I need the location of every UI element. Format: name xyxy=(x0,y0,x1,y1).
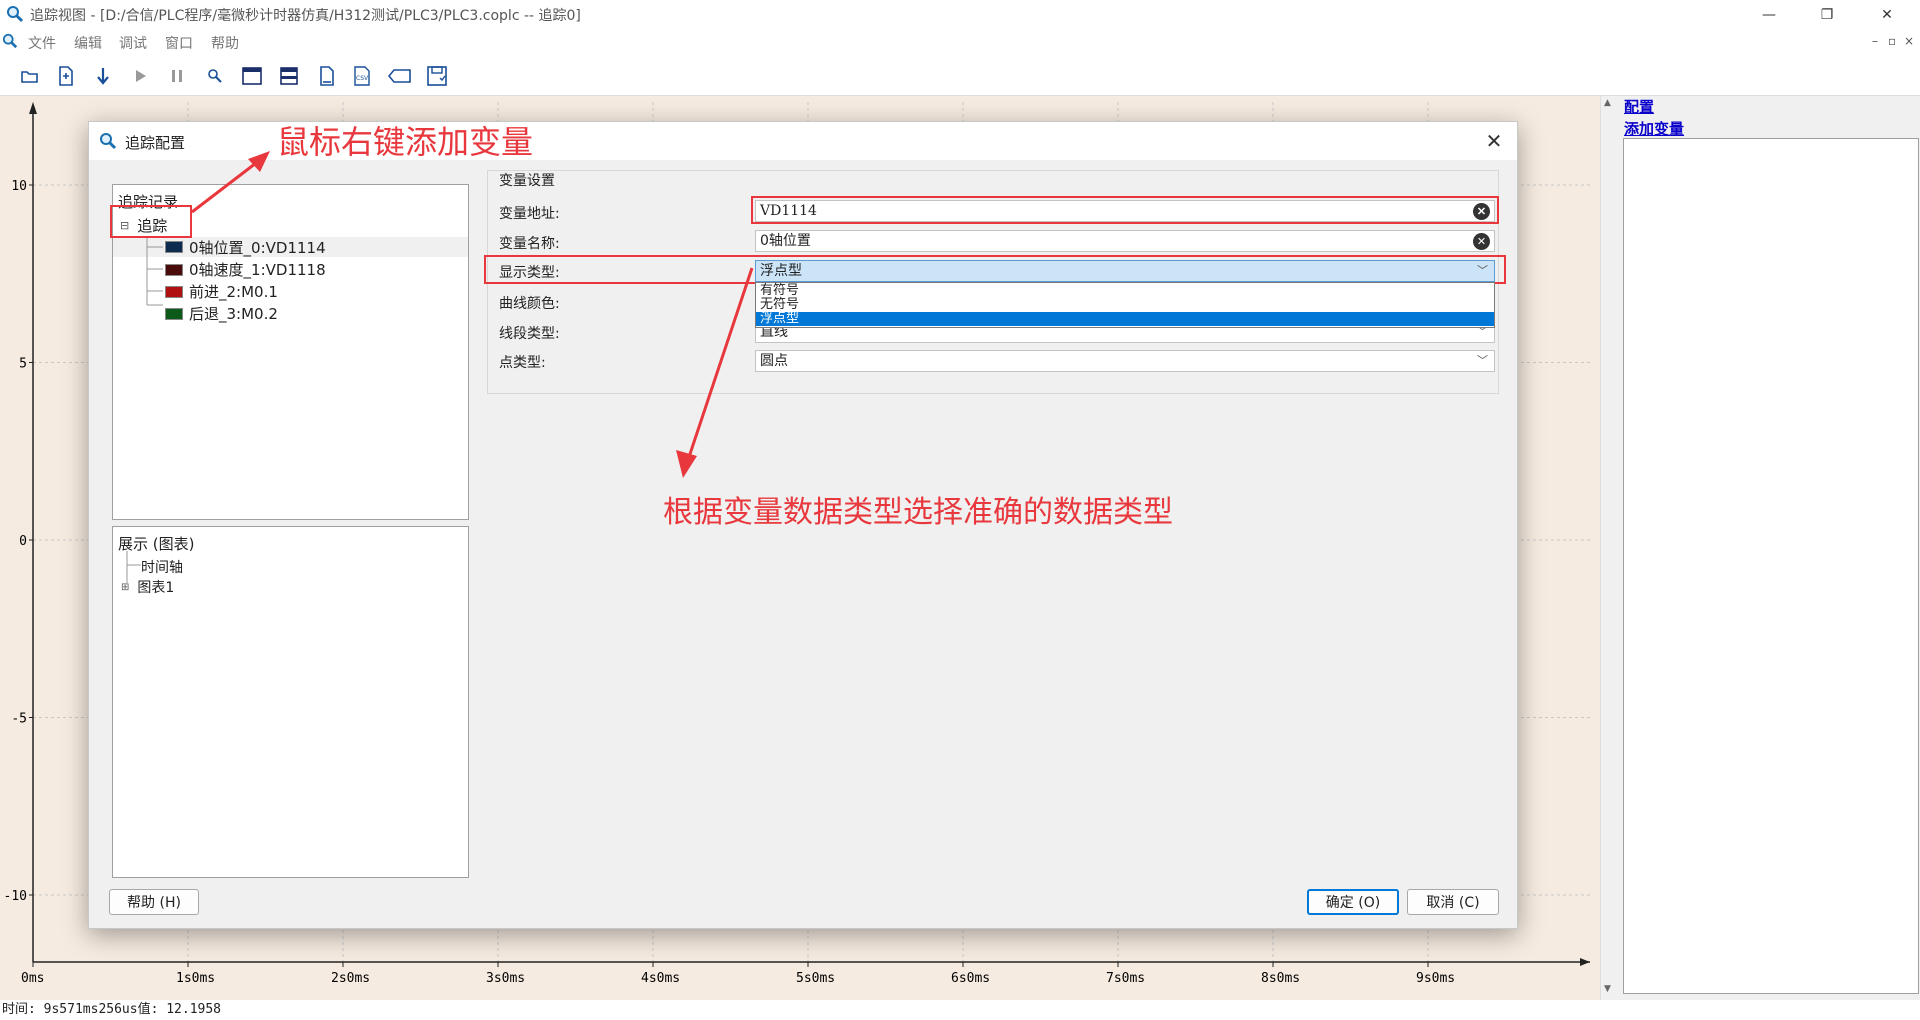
point-type-value: 圆点 xyxy=(760,353,788,369)
x-tick-label: 6s0ms xyxy=(951,971,990,986)
x-tick-label: 9s0ms xyxy=(1416,971,1455,986)
app-menu-icon[interactable] xyxy=(2,33,18,53)
tag-icon[interactable] xyxy=(387,63,413,89)
trace-item-label: 后退_3:M0.2 xyxy=(189,305,278,323)
document-icon[interactable] xyxy=(314,63,340,89)
type-option-unsigned[interactable]: 无符号 xyxy=(756,298,1494,312)
scroll-down-icon[interactable]: ▼ xyxy=(1604,984,1611,994)
ok-button[interactable]: 确定 (O) xyxy=(1307,889,1399,915)
type-option-signed[interactable]: 有符号 xyxy=(756,284,1494,298)
dialog-close-button[interactable]: ✕ xyxy=(1479,128,1509,154)
window-title: 追踪视图 - [D:/合信/PLC程序/毫微秒计时器仿真/H312测试/PLC3… xyxy=(30,8,581,24)
maximize-button[interactable]: ❐ xyxy=(1804,0,1850,29)
trace-item[interactable]: 后退_3:M0.2 xyxy=(165,303,278,324)
type-dropdown-list: 有符号 无符号 浮点型 xyxy=(755,282,1495,328)
title-bar: 追踪视图 - [D:/合信/PLC程序/毫微秒计时器仿真/H312测试/PLC3… xyxy=(0,0,1920,29)
search-app-icon xyxy=(6,5,24,27)
expand-icon[interactable]: ⊞ xyxy=(121,582,129,593)
address-label: 变量地址: xyxy=(499,206,560,222)
x-tick-label: 7s0ms xyxy=(1106,971,1145,986)
dialog-search-icon xyxy=(99,132,117,154)
mdi-restore-button[interactable]: ▫ xyxy=(1888,34,1896,48)
save-icon[interactable] xyxy=(424,63,450,89)
toolbar: CSV xyxy=(0,56,1920,96)
name-value: 0轴位置 xyxy=(760,233,811,249)
type-highlight-box xyxy=(484,255,1506,284)
add-variable-link[interactable]: 添加变量 xyxy=(1624,118,1920,140)
x-tick-label: 4s0ms xyxy=(641,971,680,986)
point-type-label: 点类型: xyxy=(499,355,546,371)
window-icon[interactable] xyxy=(239,63,265,89)
color-label: 曲线颜色: xyxy=(499,296,560,312)
line-type-label: 线段类型: xyxy=(499,326,560,342)
y-tick-label: 5 xyxy=(19,357,27,372)
mdi-close-button[interactable]: × xyxy=(1904,34,1914,48)
status-bar: 时间: 9s571ms256us值: 12.1958 xyxy=(0,1000,1920,1020)
download-icon[interactable] xyxy=(90,63,116,89)
menu-edit[interactable]: 编辑 xyxy=(74,33,102,53)
close-window-button[interactable]: ✕ xyxy=(1864,0,1910,29)
tree-lines xyxy=(146,237,163,306)
y-tick-label: 10 xyxy=(11,179,27,194)
x-tick-label: 5s0ms xyxy=(796,971,835,986)
root-highlight-box xyxy=(110,205,192,238)
y-tick-label: -10 xyxy=(4,889,27,904)
new-icon[interactable] xyxy=(53,63,79,89)
y-tick-label: 0 xyxy=(19,534,27,549)
vertical-scrollbar[interactable]: ▲ ▼ xyxy=(1600,96,1616,1000)
x-tick-label: 8s0ms xyxy=(1261,971,1300,986)
chart1-item[interactable]: ⊞ 图表1 xyxy=(121,577,174,597)
color-swatch xyxy=(165,307,183,320)
chart1-label: 图表1 xyxy=(137,580,175,596)
minimize-button[interactable]: — xyxy=(1746,0,1792,29)
menu-bar: 文件 编辑 调试 窗口 帮助 – ▫ × xyxy=(0,29,1920,56)
chevron-down-icon[interactable]: ﹀ xyxy=(1477,351,1488,371)
y-tick-label: -5 xyxy=(11,712,27,727)
name-label: 变量名称: xyxy=(499,236,560,252)
menu-window[interactable]: 窗口 xyxy=(165,33,193,53)
display-panel: 展示 (图表) 时间轴 ⊞ 图表1 xyxy=(112,526,469,878)
csv-icon[interactable]: CSV xyxy=(350,63,376,89)
color-swatch xyxy=(165,263,183,276)
color-swatch xyxy=(165,285,183,298)
cancel-button[interactable]: 取消 (C) xyxy=(1407,889,1499,915)
right-panel: 配置 添加变量 xyxy=(1616,96,1920,1000)
address-highlight-box xyxy=(751,196,1499,224)
menu-help[interactable]: 帮助 xyxy=(211,33,239,53)
point-type-select[interactable]: 圆点 ﹀ xyxy=(755,350,1495,372)
play-icon[interactable] xyxy=(128,63,154,89)
timeline-item[interactable]: 时间轴 xyxy=(141,557,183,577)
color-swatch xyxy=(165,241,183,253)
trace-item-label: 0轴速度_1:VD1118 xyxy=(189,261,326,279)
trace-item-label: 前进_2:M0.1 xyxy=(189,283,278,301)
mdi-minimize-button[interactable]: – xyxy=(1872,34,1878,48)
x-axis-arrow xyxy=(1580,958,1590,966)
pause-icon[interactable] xyxy=(164,63,190,89)
annotation-right-click: 鼠标右键添加变量 xyxy=(277,123,534,161)
help-button[interactable]: 帮助 (H) xyxy=(109,889,199,915)
annotation-select-type: 根据变量数据类型选择准确的数据类型 xyxy=(663,495,1173,530)
name-field[interactable]: 0轴位置 ✕ xyxy=(755,230,1495,252)
scroll-up-icon[interactable]: ▲ xyxy=(1604,98,1611,108)
config-link[interactable]: 配置 xyxy=(1624,96,1920,118)
svg-text:CSV: CSV xyxy=(356,75,369,82)
menu-debug[interactable]: 调试 xyxy=(119,33,147,53)
monitor-icon[interactable] xyxy=(202,63,228,89)
menu-file[interactable]: 文件 xyxy=(28,33,56,53)
x-tick-label: 1s0ms xyxy=(176,971,215,986)
clear-icon[interactable]: ✕ xyxy=(1473,233,1490,250)
trace-item-label: 0轴位置_0:VD1114 xyxy=(189,238,326,257)
settings-group-title: 变量设置 xyxy=(499,173,555,189)
y-axis-arrow xyxy=(29,102,37,114)
dialog-title: 追踪配置 xyxy=(125,134,186,152)
x-tick-label: 3s0ms xyxy=(486,971,525,986)
x-tick-label: 0ms xyxy=(21,971,44,986)
trace-item[interactable]: 前进_2:M0.1 xyxy=(165,281,278,302)
split-icon[interactable] xyxy=(276,63,302,89)
trace-item[interactable]: 0轴速度_1:VD1118 xyxy=(165,259,326,280)
right-panel-list xyxy=(1623,138,1919,994)
type-option-float[interactable]: 浮点型 xyxy=(756,312,1494,326)
x-tick-label: 2s0ms xyxy=(331,971,370,986)
open-icon[interactable] xyxy=(17,63,43,89)
